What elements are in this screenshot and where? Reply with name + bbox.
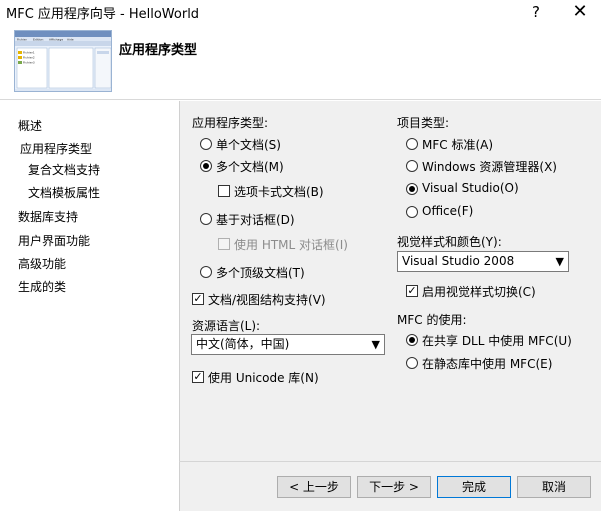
html-dialog-label: 使用 HTML 对话框(I) bbox=[234, 238, 348, 252]
doc-view-checkbox[interactable]: ✓ bbox=[192, 293, 204, 305]
style-switch-checkbox[interactable]: ✓ bbox=[406, 285, 418, 297]
nav-item-ui-features[interactable]: 用户界面功能 bbox=[18, 232, 90, 249]
next-button[interactable]: 下一步 > bbox=[357, 476, 431, 498]
nav-item-overview[interactable]: 概述 bbox=[18, 117, 42, 134]
chevron-down-icon: ▼ bbox=[371, 338, 380, 351]
close-button[interactable]: ✕ bbox=[566, 1, 594, 23]
office-radio[interactable] bbox=[406, 206, 418, 218]
finish-button[interactable]: 完成 bbox=[437, 476, 511, 498]
visual-studio-label[interactable]: Visual Studio(O) bbox=[422, 181, 519, 195]
resource-lang-value: 中文(简体，中国) bbox=[196, 337, 290, 351]
prev-button[interactable]: < 上一步 bbox=[277, 476, 351, 498]
nav-item-generated-classes[interactable]: 生成的类 bbox=[18, 278, 66, 295]
single-doc-radio[interactable] bbox=[200, 138, 212, 150]
window-title: MFC 应用程序向导 - HelloWorld bbox=[6, 7, 200, 22]
nav-item-advanced[interactable]: 高级功能 bbox=[18, 255, 66, 272]
multi-doc-radio[interactable] bbox=[200, 160, 212, 172]
preview-menu-text: Fichier bbox=[17, 37, 28, 41]
mfc-standard-label[interactable]: MFC 标准(A) bbox=[422, 136, 493, 153]
static-lib-radio[interactable] bbox=[406, 357, 418, 369]
preview-menu-text: Affichage bbox=[49, 37, 63, 41]
html-dialog-checkbox bbox=[218, 238, 230, 250]
cancel-button[interactable]: 取消 bbox=[517, 476, 591, 498]
explorer-label[interactable]: Windows 资源管理器(X) bbox=[422, 158, 557, 175]
chevron-down-icon: ▼ bbox=[555, 255, 564, 268]
preview-item-text: Fichier1 bbox=[23, 51, 35, 55]
mfc-standard-radio[interactable] bbox=[406, 138, 418, 150]
preview-item-text: Fichier2 bbox=[23, 56, 35, 60]
dialog-based-label[interactable]: 基于对话框(D) bbox=[216, 211, 295, 228]
visual-style-select[interactable]: Visual Studio 2008 ▼ bbox=[397, 251, 569, 272]
unicode-label[interactable]: 使用 Unicode 库(N) bbox=[208, 369, 319, 386]
unicode-checkbox[interactable]: ✓ bbox=[192, 371, 204, 383]
wizard-thumbnail-image: Fichier Edition Affichage Aide Fichier1 … bbox=[14, 30, 112, 92]
style-switch-label[interactable]: 启用视觉样式切换(C) bbox=[422, 283, 536, 300]
mfc-use-heading: MFC 的使用: bbox=[397, 313, 467, 327]
preview-menu-text: Edition bbox=[33, 37, 43, 41]
project-type-heading: 项目类型: bbox=[397, 116, 450, 130]
single-doc-label[interactable]: 单个文档(S) bbox=[216, 136, 281, 153]
visual-style-label: 视觉样式和颜色(Y): bbox=[397, 235, 502, 249]
nav-item-app-type[interactable]: 应用程序类型 bbox=[20, 140, 92, 157]
wizard-header: Fichier Edition Affichage Aide Fichier1 … bbox=[0, 24, 601, 100]
tabbed-docs-label[interactable]: 选项卡式文档(B) bbox=[234, 183, 324, 200]
doc-view-label[interactable]: 文档/视图结构支持(V) bbox=[208, 291, 326, 308]
title-bar: MFC 应用程序向导 - HelloWorld ? ✕ bbox=[0, 0, 601, 24]
multi-toplevel-radio[interactable] bbox=[200, 266, 212, 278]
multi-toplevel-label[interactable]: 多个顶级文档(T) bbox=[216, 264, 305, 281]
tabbed-docs-checkbox[interactable] bbox=[218, 185, 230, 197]
visual-style-value: Visual Studio 2008 bbox=[402, 254, 515, 268]
nav-item-database[interactable]: 数据库支持 bbox=[18, 208, 78, 225]
app-type-heading: 应用程序类型: bbox=[192, 116, 269, 130]
help-button[interactable]: ? bbox=[522, 1, 550, 23]
dialog-based-radio[interactable] bbox=[200, 213, 212, 225]
visual-studio-radio[interactable] bbox=[406, 183, 418, 195]
static-lib-label[interactable]: 在静态库中使用 MFC(E) bbox=[422, 355, 552, 372]
app-preview-icon: Fichier Edition Affichage Aide Fichier1 … bbox=[15, 31, 111, 91]
resource-lang-select[interactable]: 中文(简体，中国) ▼ bbox=[191, 334, 385, 355]
page-title: 应用程序类型 bbox=[119, 43, 198, 58]
resource-lang-label: 资源语言(L): bbox=[192, 319, 261, 333]
shared-dll-radio[interactable] bbox=[406, 334, 418, 346]
preview-item-text: Fichier3 bbox=[23, 61, 35, 65]
multi-doc-label[interactable]: 多个文档(M) bbox=[216, 158, 284, 175]
nav-item-compound-doc[interactable]: 复合文档支持 bbox=[28, 161, 100, 178]
divider bbox=[179, 461, 601, 462]
office-label[interactable]: Office(F) bbox=[422, 204, 473, 218]
shared-dll-label[interactable]: 在共享 DLL 中使用 MFC(U) bbox=[422, 332, 572, 349]
explorer-radio[interactable] bbox=[406, 160, 418, 172]
wizard-nav: 概述 应用程序类型 复合文档支持 文档模板属性 数据库支持 用户界面功能 高级功… bbox=[0, 101, 178, 511]
preview-menu-text: Aide bbox=[67, 37, 74, 41]
nav-item-doc-template[interactable]: 文档模板属性 bbox=[28, 184, 100, 201]
